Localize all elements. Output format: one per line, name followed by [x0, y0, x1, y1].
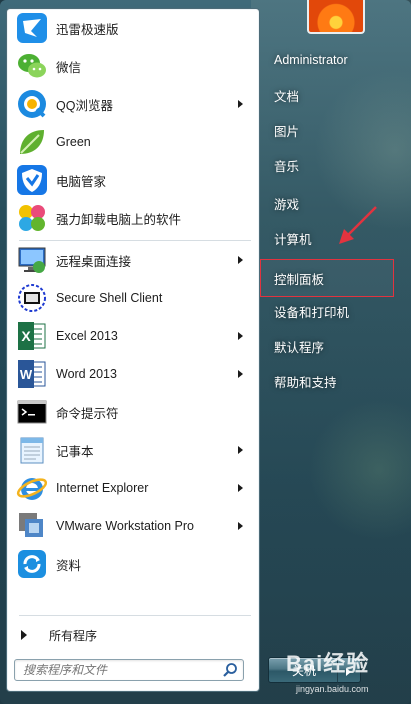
program-item-pc-manager[interactable]: 电脑管家 — [11, 162, 253, 198]
watermark: Bai经验 — [286, 651, 370, 676]
link-label: 计算机 — [274, 232, 312, 247]
link-label: 默认程序 — [274, 340, 325, 355]
all-programs-label: 所有程序 — [49, 628, 98, 643]
submenu-arrow-icon[interactable] — [238, 332, 243, 340]
program-label: Green — [56, 135, 91, 149]
watermark-url: jingyan.baidu.com — [296, 684, 369, 694]
program-label: 命令提示符 — [56, 406, 119, 421]
uninstall-icon — [15, 201, 49, 235]
program-item-command-prompt[interactable]: 命令提示符 — [11, 394, 253, 430]
submenu-arrow-icon[interactable] — [238, 256, 243, 264]
svg-text:X: X — [21, 328, 31, 344]
separator — [19, 615, 251, 616]
link-label: 图片 — [274, 124, 300, 139]
user-avatar[interactable] — [307, 0, 365, 34]
program-item-internet-explorer[interactable]: Internet Explorer — [11, 470, 253, 506]
notepad-icon — [15, 433, 49, 467]
link-label: 文档 — [274, 89, 300, 104]
submenu-arrow-icon[interactable] — [238, 446, 243, 454]
program-label: 强力卸载电脑上的软件 — [56, 212, 182, 227]
link-label: 游戏 — [274, 197, 300, 212]
link-control-panel[interactable]: 控制面板 — [266, 262, 398, 294]
xunlei-icon — [15, 11, 49, 45]
link-music[interactable]: 音乐 — [266, 149, 398, 181]
excel-icon: X — [15, 319, 49, 353]
svg-text:W: W — [20, 367, 33, 382]
program-label: 资料 — [56, 558, 82, 573]
link-help-support[interactable]: 帮助和支持 — [266, 365, 398, 397]
program-item-vmware[interactable]: VMware Workstation Pro — [11, 508, 253, 544]
link-label: 音乐 — [274, 159, 300, 174]
program-item-remote-desktop[interactable]: 远程桌面连接 — [11, 242, 253, 278]
program-label: Secure Shell Client — [56, 291, 163, 305]
cmd-icon — [15, 395, 49, 429]
remote-desktop-icon — [15, 243, 49, 277]
all-programs-button[interactable]: 所有程序 — [13, 624, 253, 646]
link-label: 控制面板 — [274, 272, 325, 287]
submenu-arrow-icon[interactable] — [238, 370, 243, 378]
submenu-arrow-icon[interactable] — [238, 522, 243, 530]
program-label: 记事本 — [56, 444, 94, 459]
link-devices-printers[interactable]: 设备和打印机 — [266, 295, 398, 327]
link-label: Administrator — [274, 53, 348, 67]
link-administrator[interactable]: Administrator — [266, 44, 398, 76]
program-label: 电脑管家 — [56, 174, 107, 189]
submenu-arrow-icon[interactable] — [238, 484, 243, 492]
link-default-programs[interactable]: 默认程序 — [266, 330, 398, 362]
ssh-icon — [15, 281, 49, 315]
expand-arrow-icon — [21, 630, 27, 640]
program-label: 远程桌面连接 — [56, 254, 132, 269]
program-label: VMware Workstation Pro — [56, 519, 195, 533]
submenu-arrow-icon[interactable] — [238, 100, 243, 108]
shield-icon — [15, 163, 49, 197]
search-input[interactable] — [15, 660, 219, 680]
word-icon: W — [15, 357, 49, 391]
wechat-icon — [15, 49, 49, 83]
program-label: QQ浏览器 — [56, 98, 113, 113]
program-label: 迅雷极速版 — [56, 22, 119, 37]
annotation-arrow-icon — [339, 206, 377, 244]
program-item-wechat[interactable]: 微信 — [11, 48, 253, 84]
program-item-notepad[interactable]: 记事本 — [11, 432, 253, 468]
program-label: Internet Explorer — [56, 481, 149, 495]
leaf-icon — [15, 125, 49, 159]
program-label: Word 2013 — [56, 367, 117, 381]
separator — [19, 240, 251, 241]
search-box[interactable] — [14, 659, 244, 681]
program-label: 微信 — [56, 60, 82, 75]
link-pictures[interactable]: 图片 — [266, 114, 398, 146]
vmware-icon — [15, 509, 49, 543]
program-item-green[interactable]: Green — [11, 124, 253, 160]
program-item-uninstaller[interactable]: 强力卸载电脑上的软件 — [11, 200, 253, 236]
program-item-word[interactable]: W Word 2013 — [11, 356, 253, 392]
ie-icon — [15, 471, 49, 505]
qq-browser-icon — [15, 87, 49, 121]
program-item-data-folder[interactable]: 资料 — [11, 546, 253, 582]
link-label: 设备和打印机 — [274, 305, 350, 320]
program-item-excel[interactable]: X Excel 2013 — [11, 318, 253, 354]
link-label: 帮助和支持 — [274, 375, 337, 390]
program-list-panel: 迅雷极速版 微信 QQ浏览器 Green 电脑管家 强力卸载电脑上的软件 远程桌… — [6, 8, 260, 692]
program-item-xunlei[interactable]: 迅雷极速版 — [11, 10, 253, 46]
program-item-qq-browser[interactable]: QQ浏览器 — [11, 86, 253, 122]
search-icon[interactable] — [222, 662, 238, 678]
link-documents[interactable]: 文档 — [266, 79, 398, 111]
program-label: Excel 2013 — [56, 329, 118, 343]
sync-folder-icon — [15, 547, 49, 581]
program-item-secure-shell[interactable]: Secure Shell Client — [11, 280, 253, 316]
